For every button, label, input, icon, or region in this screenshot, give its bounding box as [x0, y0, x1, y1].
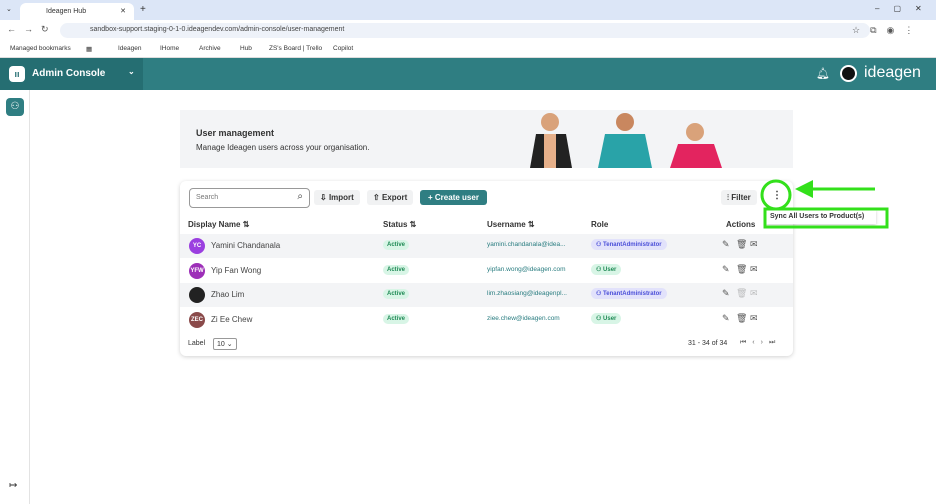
bookmark[interactable]: Archive [199, 45, 221, 52]
edit-icon[interactable]: ✎ [722, 239, 730, 250]
page-size-label: Label [188, 340, 206, 347]
export-button[interactable]: ⇧ Export [367, 190, 414, 205]
column-header-display-name[interactable]: Display Name ⇅ [188, 220, 249, 229]
role-badge: ⚇ User [591, 312, 622, 324]
create-user-label: Create user [434, 193, 479, 202]
page-title: User management [196, 128, 275, 138]
page-banner: User management Manage Ideagen users acr… [180, 110, 793, 168]
nav-buttons[interactable]: ←→↻ [7, 24, 57, 35]
table-row[interactable]: Zhao Lim Active lim.zhaosiang@ideagenpl.… [180, 283, 793, 307]
ideagen-logo: ideagen [864, 64, 921, 81]
column-header-actions: Actions [726, 220, 756, 229]
plus-icon: + [428, 193, 435, 202]
status-badge: Active [383, 264, 410, 275]
display-name: Yip Fan Wong [211, 265, 262, 275]
apps-icon[interactable]: ▦ [86, 45, 92, 53]
table-row[interactable]: ZEC Zi Ee Chew Active ziee.chew@ideagen.… [180, 308, 793, 332]
role-badge: ⚇ TenantAdministrator [591, 288, 667, 299]
ideagen-icon: ıı [9, 66, 25, 82]
import-button[interactable]: ⇩ Import [314, 190, 360, 205]
table-row[interactable]: YC Yamini Chandanala Active yamini.chand… [180, 234, 793, 258]
status-badge: Active [383, 240, 410, 250]
close-tab-icon[interactable]: ✕ [120, 7, 126, 15]
search-input[interactable]: Search ⌕ [189, 188, 310, 208]
page-size-select[interactable]: 10 ⌄ [213, 338, 237, 350]
status-badge: Active [383, 313, 410, 324]
email-icon[interactable]: ✉ [750, 264, 758, 275]
bookmark[interactable]: Managed bookmarks [10, 45, 71, 52]
create-user-button[interactable]: + Create user [420, 190, 487, 205]
column-header-username[interactable]: Username ⇅ [487, 220, 535, 229]
bookmark[interactable]: Ideagen [118, 45, 142, 52]
column-header-role: Role [591, 220, 609, 229]
delete-icon[interactable]: 🗑︎ [736, 288, 747, 299]
edit-icon[interactable]: ✎ [722, 288, 730, 299]
role-badge: ⚇ User [591, 263, 622, 275]
avatar: YC [189, 238, 205, 254]
url-input[interactable]: sandbox-support.staging-0-1-0.ideagendev… [60, 23, 870, 38]
display-name: Zi Ee Chew [211, 314, 253, 324]
avatar: YFW [189, 262, 205, 279]
users-table-card: Search ⌕ ⇩ Import ⇧ Export + Create user … [180, 181, 793, 356]
page-subtitle: Manage Ideagen users across your organis… [196, 143, 370, 152]
bookmark[interactable]: Hub [240, 45, 252, 52]
delete-icon[interactable]: 🗑︎ [736, 313, 747, 324]
browser-tab[interactable]: Ideagen Hub ✕ [20, 3, 134, 20]
delete-icon[interactable]: 🗑︎ [736, 239, 747, 250]
window-controls[interactable]: –▢✕ [875, 4, 936, 13]
browser-tab-bar: ⌄ Ideagen Hub ✕ + –▢✕ [0, 0, 936, 20]
table-row[interactable]: YFW Yip Fan Wong Active yipfan.wong@idea… [180, 259, 793, 283]
tab-title: Ideagen Hub [46, 8, 87, 15]
users-icon[interactable]: ⚇ [6, 98, 24, 116]
bookmark[interactable]: Copilot [333, 45, 353, 52]
edit-icon[interactable]: ✎ [722, 264, 730, 275]
email-icon[interactable]: ✉ [750, 313, 758, 324]
export-label: Export [381, 193, 408, 202]
pagination-controls[interactable]: ⏮‹›⏭ [740, 339, 781, 347]
avatar[interactable] [840, 65, 857, 82]
app-switcher[interactable]: ıı Admin Console ⌄ [0, 58, 143, 90]
export-icon: ⇧ [373, 193, 382, 202]
bookmarks-bar: Managed bookmarks ▦ Ideagen IHome Archiv… [0, 40, 936, 58]
people-illustration [530, 113, 722, 168]
search-placeholder: Search [196, 194, 219, 201]
role-badge: ⚇ TenantAdministrator [591, 239, 667, 250]
sidebar: ⚇ ↦ [0, 90, 30, 504]
filter-label: Filter [731, 193, 751, 202]
bell-icon[interactable]: 🔔︎ [816, 67, 830, 80]
email-icon[interactable]: ✉ [750, 288, 758, 299]
new-tab-icon[interactable]: + [140, 4, 146, 15]
username: yamini.chandanala@idea... [487, 241, 566, 248]
app-title: Admin Console [32, 68, 106, 79]
username: yipfan.wong@ideagen.com [487, 265, 566, 273]
edit-icon[interactable]: ✎ [722, 313, 730, 324]
avatar [189, 287, 205, 303]
display-name: Yamini Chandanala [211, 241, 281, 250]
tab-list-icon[interactable]: ⌄ [6, 5, 12, 13]
username: lim.zhaosiang@ideagenpl... [487, 290, 567, 297]
pagination-range: 31 - 34 of 34 [688, 340, 728, 347]
import-label: Import [328, 193, 354, 202]
display-name: Zhao Lim [211, 290, 245, 299]
avatar: ZEC [189, 311, 205, 328]
search-icon: ⌕ [297, 191, 303, 202]
collapse-sidebar-icon[interactable]: ↦ [9, 480, 17, 491]
chevron-down-icon: ⌄ [128, 67, 135, 76]
bookmark[interactable]: IHome [160, 45, 179, 52]
annotation-overlay [760, 179, 889, 229]
bookmark[interactable]: ZS's Board | Trello [269, 45, 322, 52]
email-icon[interactable]: ✉ [750, 239, 758, 250]
import-icon: ⇩ [320, 193, 329, 202]
browser-toolbar-icons[interactable]: ☆⧉◉⋮ [852, 25, 923, 36]
column-header-status[interactable]: Status ⇅ [383, 220, 416, 229]
status-badge: Active [383, 289, 410, 299]
filter-button[interactable]: ⫶ Filter [721, 190, 757, 205]
delete-icon[interactable]: 🗑︎ [736, 264, 747, 275]
username: ziee.chew@ideagen.com [487, 314, 560, 322]
